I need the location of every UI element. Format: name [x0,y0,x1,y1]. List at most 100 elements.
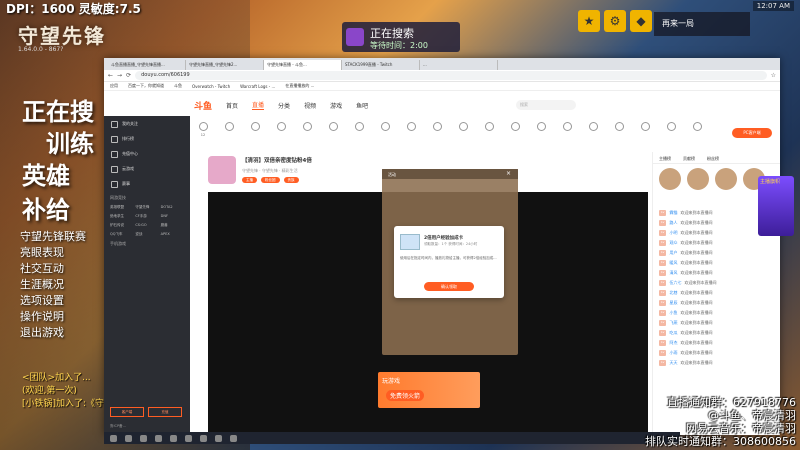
sidebar-game[interactable]: 英雄联盟 [110,205,133,210]
douyu-logo[interactable]: 斗鱼 [194,99,212,112]
rematch-button[interactable]: 再来一局 [654,12,750,36]
sidebar-game[interactable]: 逆战 [135,232,158,237]
nav-video[interactable]: 视频 [304,101,316,110]
taskbar-app-icon[interactable] [170,434,177,442]
category-item[interactable] [480,120,498,148]
sidebar-game[interactable]: 炉石传说 [110,223,133,228]
game-ad-banner[interactable]: 玩游戏 免费领火箭 [378,372,480,408]
nav-home[interactable]: 首页 [226,101,238,110]
category-item[interactable] [324,120,342,148]
category-item[interactable] [376,120,394,148]
chat-username[interactable]: 用户 [669,250,677,256]
sidebar-item-cloudgame[interactable]: 云游戏 [104,161,190,176]
category-item[interactable] [532,120,550,148]
chat-username[interactable]: 路人 [669,220,677,226]
close-icon[interactable]: × [506,170,514,178]
anchor-flag-widget[interactable]: 主播旗帜 [758,176,794,236]
sidebar-game[interactable]: 守望先锋 [135,205,158,210]
menu-heroes[interactable]: 英雄 [22,156,70,191]
bookmark[interactable]: Warcraft Logs - ... [240,84,275,89]
start-icon[interactable] [110,434,117,442]
taskbar-app-icon[interactable] [140,434,147,442]
sidebar-item-events[interactable]: 赛事 [104,176,190,191]
menu-training[interactable]: 训练 [46,124,94,159]
taskbar-app-icon[interactable] [215,434,222,442]
avatar[interactable] [659,168,681,190]
menu-searching[interactable]: 正在搜 [22,92,94,127]
searching-panel[interactable]: 正在搜索 等待时间：2:00 [342,22,460,52]
sidebar-item-follow[interactable]: 我的关注 [104,116,190,131]
category-item[interactable] [402,120,420,148]
bookmark[interactable]: 应用 [110,83,118,89]
category-item[interactable] [584,120,602,148]
chat-username[interactable]: 阿杰 [669,340,677,346]
menu-options[interactable]: 选项设置 [20,292,64,308]
chat-username[interactable]: 北巷 [669,290,677,296]
menu-controls[interactable]: 操作说明 [20,308,64,324]
sidebar-game[interactable]: QQ飞车 [110,232,133,237]
pc-client-button[interactable]: PC客户端 [732,128,772,138]
claim-button[interactable]: 确认领取 [424,282,474,291]
recharge-button[interactable]: 充值 [148,407,182,417]
chat-username[interactable]: 星辰 [669,300,677,306]
nav-category[interactable]: 分类 [278,101,290,110]
nav-live[interactable]: 直播 [252,100,265,110]
settings-icon[interactable]: ⚙ [604,10,626,32]
browser-tab[interactable]: ... [420,60,498,70]
category-item[interactable] [558,120,576,148]
sidebar-game[interactable]: DOTA2 [161,205,184,210]
category-item[interactable] [610,120,628,148]
nav-fishbar[interactable]: 鱼吧 [356,101,368,110]
category-item[interactable] [454,120,472,148]
chat-username[interactable]: 小鱼 [669,310,677,316]
sidebar-game[interactable]: 绝地求生 [110,214,133,219]
nav-game[interactable]: 游戏 [330,101,342,110]
award-icon[interactable]: ★ [578,10,600,32]
avatar[interactable] [687,168,709,190]
category-item[interactable] [350,120,368,148]
taskbar-app-icon[interactable] [155,434,162,442]
chat-username[interactable]: 伍六七 [669,280,681,286]
ad-cta[interactable]: 免费领火箭 [386,390,425,401]
taskbar-app-icon[interactable] [185,434,192,442]
avatar[interactable] [715,168,737,190]
taskbar-app-icon[interactable] [230,434,237,442]
category-item[interactable] [662,120,680,148]
category-item[interactable] [272,120,290,148]
sidebar-item-recharge[interactable]: 充值中心 [104,146,190,161]
category-item[interactable] [688,120,706,148]
sidebar-game[interactable]: CS:GO [135,223,158,228]
menu-exit[interactable]: 退出游戏 [20,324,64,340]
category-item[interactable] [636,120,654,148]
room-badge[interactable]: 贵族 [283,177,299,183]
category-item[interactable] [428,120,446,148]
chat-username[interactable]: 清风 [669,270,677,276]
menu-highlights[interactable]: 亮眼表现 [20,244,64,260]
tab-fans-rank[interactable]: 粉丝榜 [707,156,719,161]
browser-tab[interactable]: 守望先锋直播_守望先锋2... [186,60,264,70]
menu-career[interactable]: 生涯概况 [20,276,64,292]
back-icon[interactable]: ← [108,72,113,79]
chat-username[interactable]: 小明 [669,230,677,236]
category-item[interactable] [220,120,238,148]
sidebar-game[interactable]: DNF [161,214,184,219]
room-badge[interactable]: 主播 [242,177,257,183]
browser-tab[interactable]: 斗鱼直播直播_守望先锋直播... [108,60,186,70]
browser-tab-active[interactable]: 守望先锋直播 - 斗鱼... [264,60,342,70]
tab-contribution-rank[interactable]: 贡献榜 [683,156,695,161]
sidebar-game[interactable]: APEX [161,232,184,237]
star-icon[interactable]: ☆ [771,72,776,79]
tab-anchor-rank[interactable]: 主播榜 [659,156,671,161]
reload-icon[interactable]: ⟳ [126,72,131,79]
category-item[interactable] [506,120,524,148]
category-item[interactable] [246,120,264,148]
streamer-avatar[interactable] [208,156,236,184]
chat-username[interactable]: 小雨 [669,350,677,356]
sidebar-game[interactable]: 魔兽 [161,223,184,228]
chat-username[interactable]: 霖猫 [669,210,677,216]
chat-username[interactable]: 飞燕 [669,320,677,326]
chat-username[interactable]: 天天 [669,360,677,366]
client-button[interactable]: 客户端 [110,407,144,417]
shield-icon[interactable]: ◆ [630,10,652,32]
bookmark[interactable]: 百度一下，你就知道 [128,83,164,89]
